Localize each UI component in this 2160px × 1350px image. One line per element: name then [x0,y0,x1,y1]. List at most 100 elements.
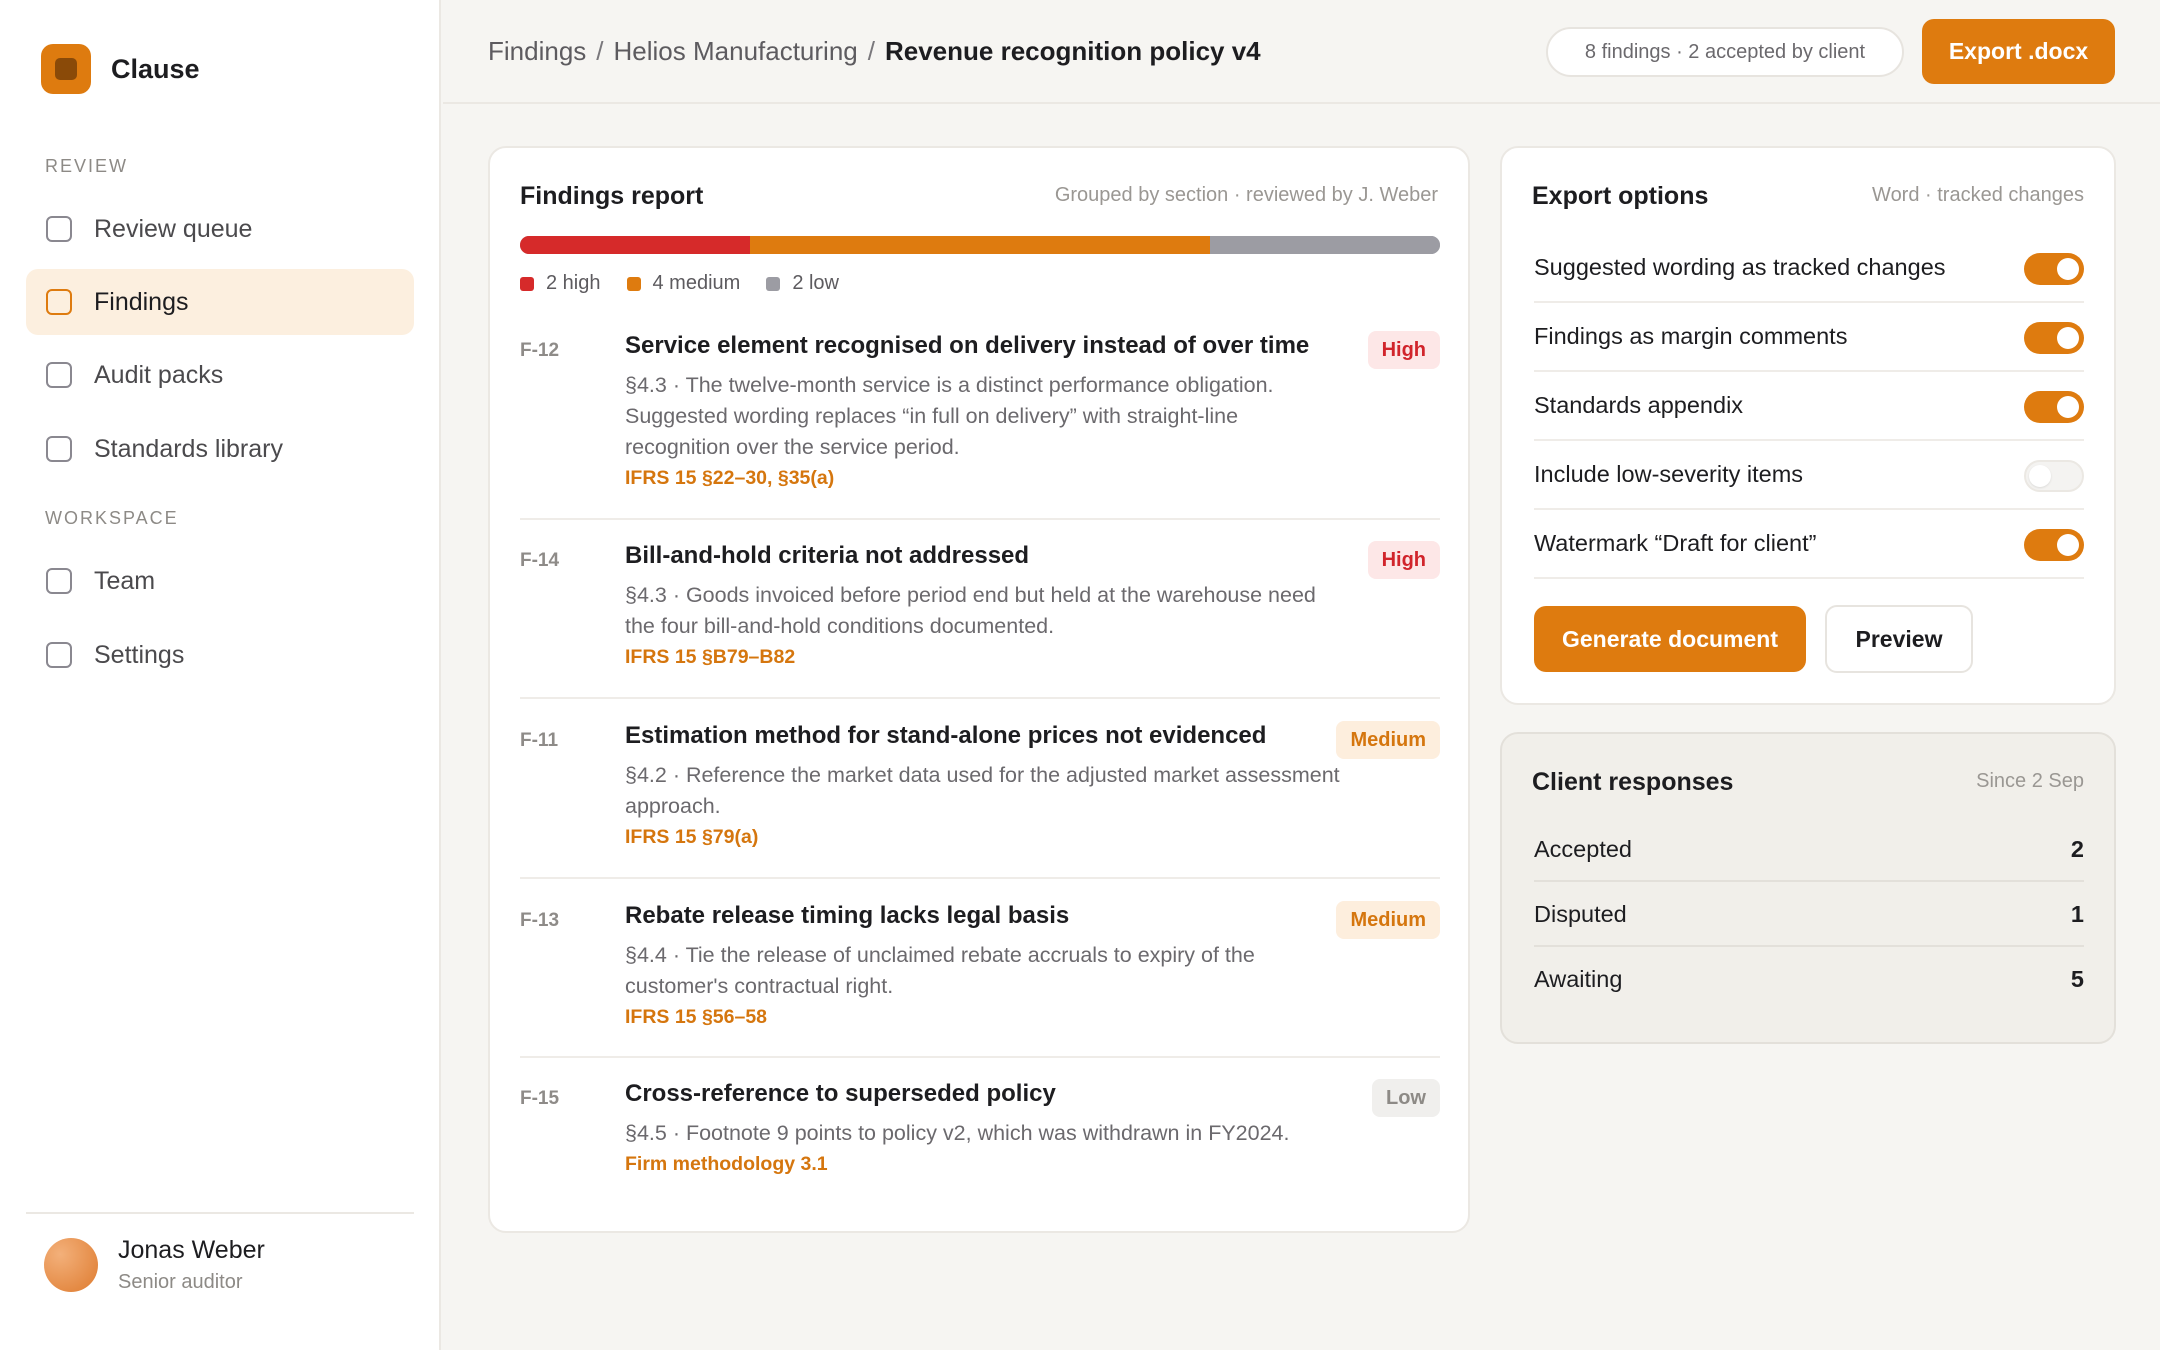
option-label: Watermark “Draft for client” [1534,530,1817,556]
finding-item[interactable]: F-13 Rebate release timing lacks legal b… [520,901,1440,1028]
checkbox-icon [46,436,72,462]
response-count: 2 [2070,836,2084,862]
sidebar-item-findings[interactable]: Findings [26,269,414,335]
checkbox-icon [46,216,72,242]
sidebar-item-audit-packs[interactable]: Audit packs [26,342,414,408]
toggle-switch[interactable] [2024,391,2084,423]
finding-divider [520,697,1440,699]
breadcrumb-findings[interactable]: Findings [488,36,586,66]
finding-divider [520,877,1440,879]
clause-logo-icon [41,44,91,94]
severity-segment-medium [750,236,1210,254]
response-label: Accepted [1534,836,1632,862]
finding-description: §4.3 · The twelve-month service is a dis… [625,373,1274,459]
finding-item[interactable]: F-14 Bill-and-hold criteria not addresse… [520,541,1440,668]
findings-summary-pill: 8 findings · 2 accepted by client [1546,27,1904,77]
option-low-severity: Include low-severity items [1534,441,2084,510]
sidebar-divider [26,1212,414,1214]
checkbox-icon [46,362,72,388]
sidebar-item-label: Findings [94,287,189,316]
finding-description: §4.3 · Goods invoiced before period end … [625,583,1316,638]
export-docx-button[interactable]: Export .docx [1922,19,2115,84]
user-name: Jonas Weber [118,1236,265,1264]
finding-id: F-14 [520,550,560,571]
breadcrumb-separator: / [596,36,604,66]
response-label: Disputed [1534,901,1627,927]
sidebar-item-review-queue[interactable]: Review queue [26,196,414,262]
legend-swatch-medium [626,276,641,291]
severity-badge: High [1367,541,1440,579]
finding-title: Rebate release timing lacks legal basis [625,902,1070,929]
sidebar-item-label: Team [94,566,156,595]
severity-bar [520,236,1440,254]
finding-title: Estimation method for stand-alone prices… [625,722,1267,749]
legend-label: 2 low [792,272,840,294]
severity-badge: High [1367,331,1440,369]
finding-title: Cross-reference to superseded policy [625,1080,1056,1107]
finding-reference[interactable]: IFRS 15 §79(a) [625,826,758,849]
finding-id: F-11 [520,730,559,751]
client-responses-card: Client responses Since 2 Sep Accepted 2 … [1500,732,2116,1044]
finding-description: §4.2 · Reference the market data used fo… [625,763,1340,818]
user-role: Senior auditor [118,1271,243,1293]
legend-low: 2 low [766,272,839,295]
response-count: 1 [2070,901,2084,927]
card-title: Export options [1532,182,1709,210]
breadcrumb-client[interactable]: Helios Manufacturing [614,36,858,66]
finding-reference[interactable]: IFRS 15 §22–30, §35(a) [625,467,834,490]
breadcrumb-separator: / [867,36,875,66]
response-divider [1534,945,2084,947]
finding-reference[interactable]: Firm methodology 3.1 [625,1153,828,1176]
toggle-switch[interactable] [2024,529,2084,561]
toggle-switch[interactable] [2024,460,2084,492]
sidebar-item-team[interactable]: Team [26,548,414,614]
finding-id: F-12 [520,340,560,361]
severity-badge: Medium [1336,901,1440,939]
finding-reference[interactable]: IFRS 15 §56–58 [625,1006,767,1029]
legend-label: 4 medium [652,272,741,294]
card-meta: Since 2 Sep [1976,770,2084,792]
response-divider [1534,880,2084,882]
option-label: Suggested wording as tracked changes [1534,254,1946,280]
brand[interactable]: Clause [41,44,200,94]
finding-id: F-15 [520,1088,560,1109]
findings-report-card: Findings report Grouped by section · rev… [488,146,1470,1233]
toggle-switch[interactable] [2024,322,2084,354]
finding-description: §4.5 · Footnote 9 points to policy v2, w… [625,1121,1290,1145]
sidebar-item-label: Audit packs [94,360,224,389]
top-bar: Findings / Helios Manufacturing / Revenue re… [443,0,2160,104]
generate-document-button[interactable]: Generate document [1534,606,1806,672]
finding-reference[interactable]: IFRS 15 §B79–B82 [625,646,795,669]
response-row-awaiting: Awaiting 5 [1534,948,2084,1012]
sidebar-item-standards-library[interactable]: Standards library [26,416,414,482]
finding-title: Service element recognised on delivery i… [625,332,1310,359]
preview-button[interactable]: Preview [1825,605,1973,673]
finding-id: F-13 [520,910,560,931]
finding-item[interactable]: F-12 Service element recognised on deliv… [520,331,1440,489]
finding-divider [520,518,1440,520]
breadcrumb: Findings / Helios Manufacturing / Revenue re… [488,36,1261,67]
sidebar: Clause REVIEW Review queue Findings Audi… [0,0,441,1350]
card-meta: Word · tracked changes [1872,184,2084,206]
legend-label: 2 high [546,272,601,294]
legend-swatch-high [520,276,534,291]
option-tracked-changes: Suggested wording as tracked changes [1534,234,2084,303]
sidebar-item-settings[interactable]: Settings [26,622,414,688]
finding-divider [520,1056,1440,1058]
finding-item[interactable]: F-11 Estimation method for stand-alone p… [520,721,1440,848]
sidebar-item-label: Settings [94,640,185,669]
response-row-disputed: Disputed 1 [1534,883,2084,947]
option-label: Findings as margin comments [1534,323,1848,349]
sidebar-item-label: Standards library [94,434,283,463]
checkbox-icon [46,642,72,668]
toggle-switch[interactable] [2024,253,2084,285]
user-profile[interactable]: Jonas Weber Senior auditor [44,1236,265,1294]
nav-section-workspace: WORKSPACE [45,508,179,528]
response-label: Awaiting [1534,966,1623,992]
option-watermark: Watermark “Draft for client” [1534,510,2084,579]
severity-legend: 2 high 4 medium 2 low [520,272,865,295]
card-title: Client responses [1532,768,1734,796]
finding-item[interactable]: F-15 Cross-reference to superseded polic… [520,1079,1440,1175]
option-label: Include low-severity items [1534,461,1804,487]
option-label: Standards appendix [1534,392,1744,418]
